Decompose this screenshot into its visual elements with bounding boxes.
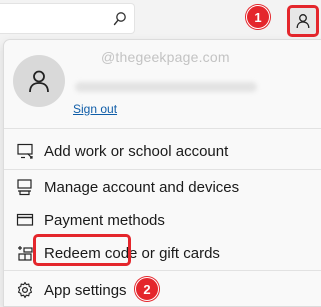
search-icon[interactable] [113,11,127,27]
menu-item-label: Add work or school account [44,142,229,160]
menu-item-label: Payment methods [44,211,165,229]
watermark: @thegeekpage.com [101,49,230,65]
person-icon [296,14,310,29]
menu-item-app-settings[interactable]: App settings [4,276,321,304]
add-account-icon [17,143,33,159]
divider [4,169,321,170]
menu-item-label: App settings [44,281,127,299]
menu-item-manage-account[interactable]: Manage account and devices [4,173,321,201]
sign-out-link[interactable]: Sign out [73,102,117,116]
search-input[interactable] [0,3,135,34]
divider [4,270,321,271]
blurred-user-name [75,82,257,92]
gift-icon [18,246,33,261]
app-settings-highlight-box [33,234,131,266]
account-button[interactable] [287,5,319,37]
gear-icon [17,281,33,299]
person-icon [29,70,49,93]
divider [4,128,321,129]
menu-item-label: Manage account and devices [44,178,240,196]
callout-badge-2: 2 [135,277,159,301]
menu-item-payment-methods[interactable]: Payment methods [4,206,321,234]
avatar [13,55,65,107]
menu-item-add-work-account[interactable]: Add work or school account [4,137,321,165]
account-flyout-menu: @thegeekpage.com Sign out Add work or sc… [3,39,321,307]
credit-card-icon [16,213,34,226]
devices-icon [17,179,32,196]
callout-badge-1: 1 [246,5,270,29]
